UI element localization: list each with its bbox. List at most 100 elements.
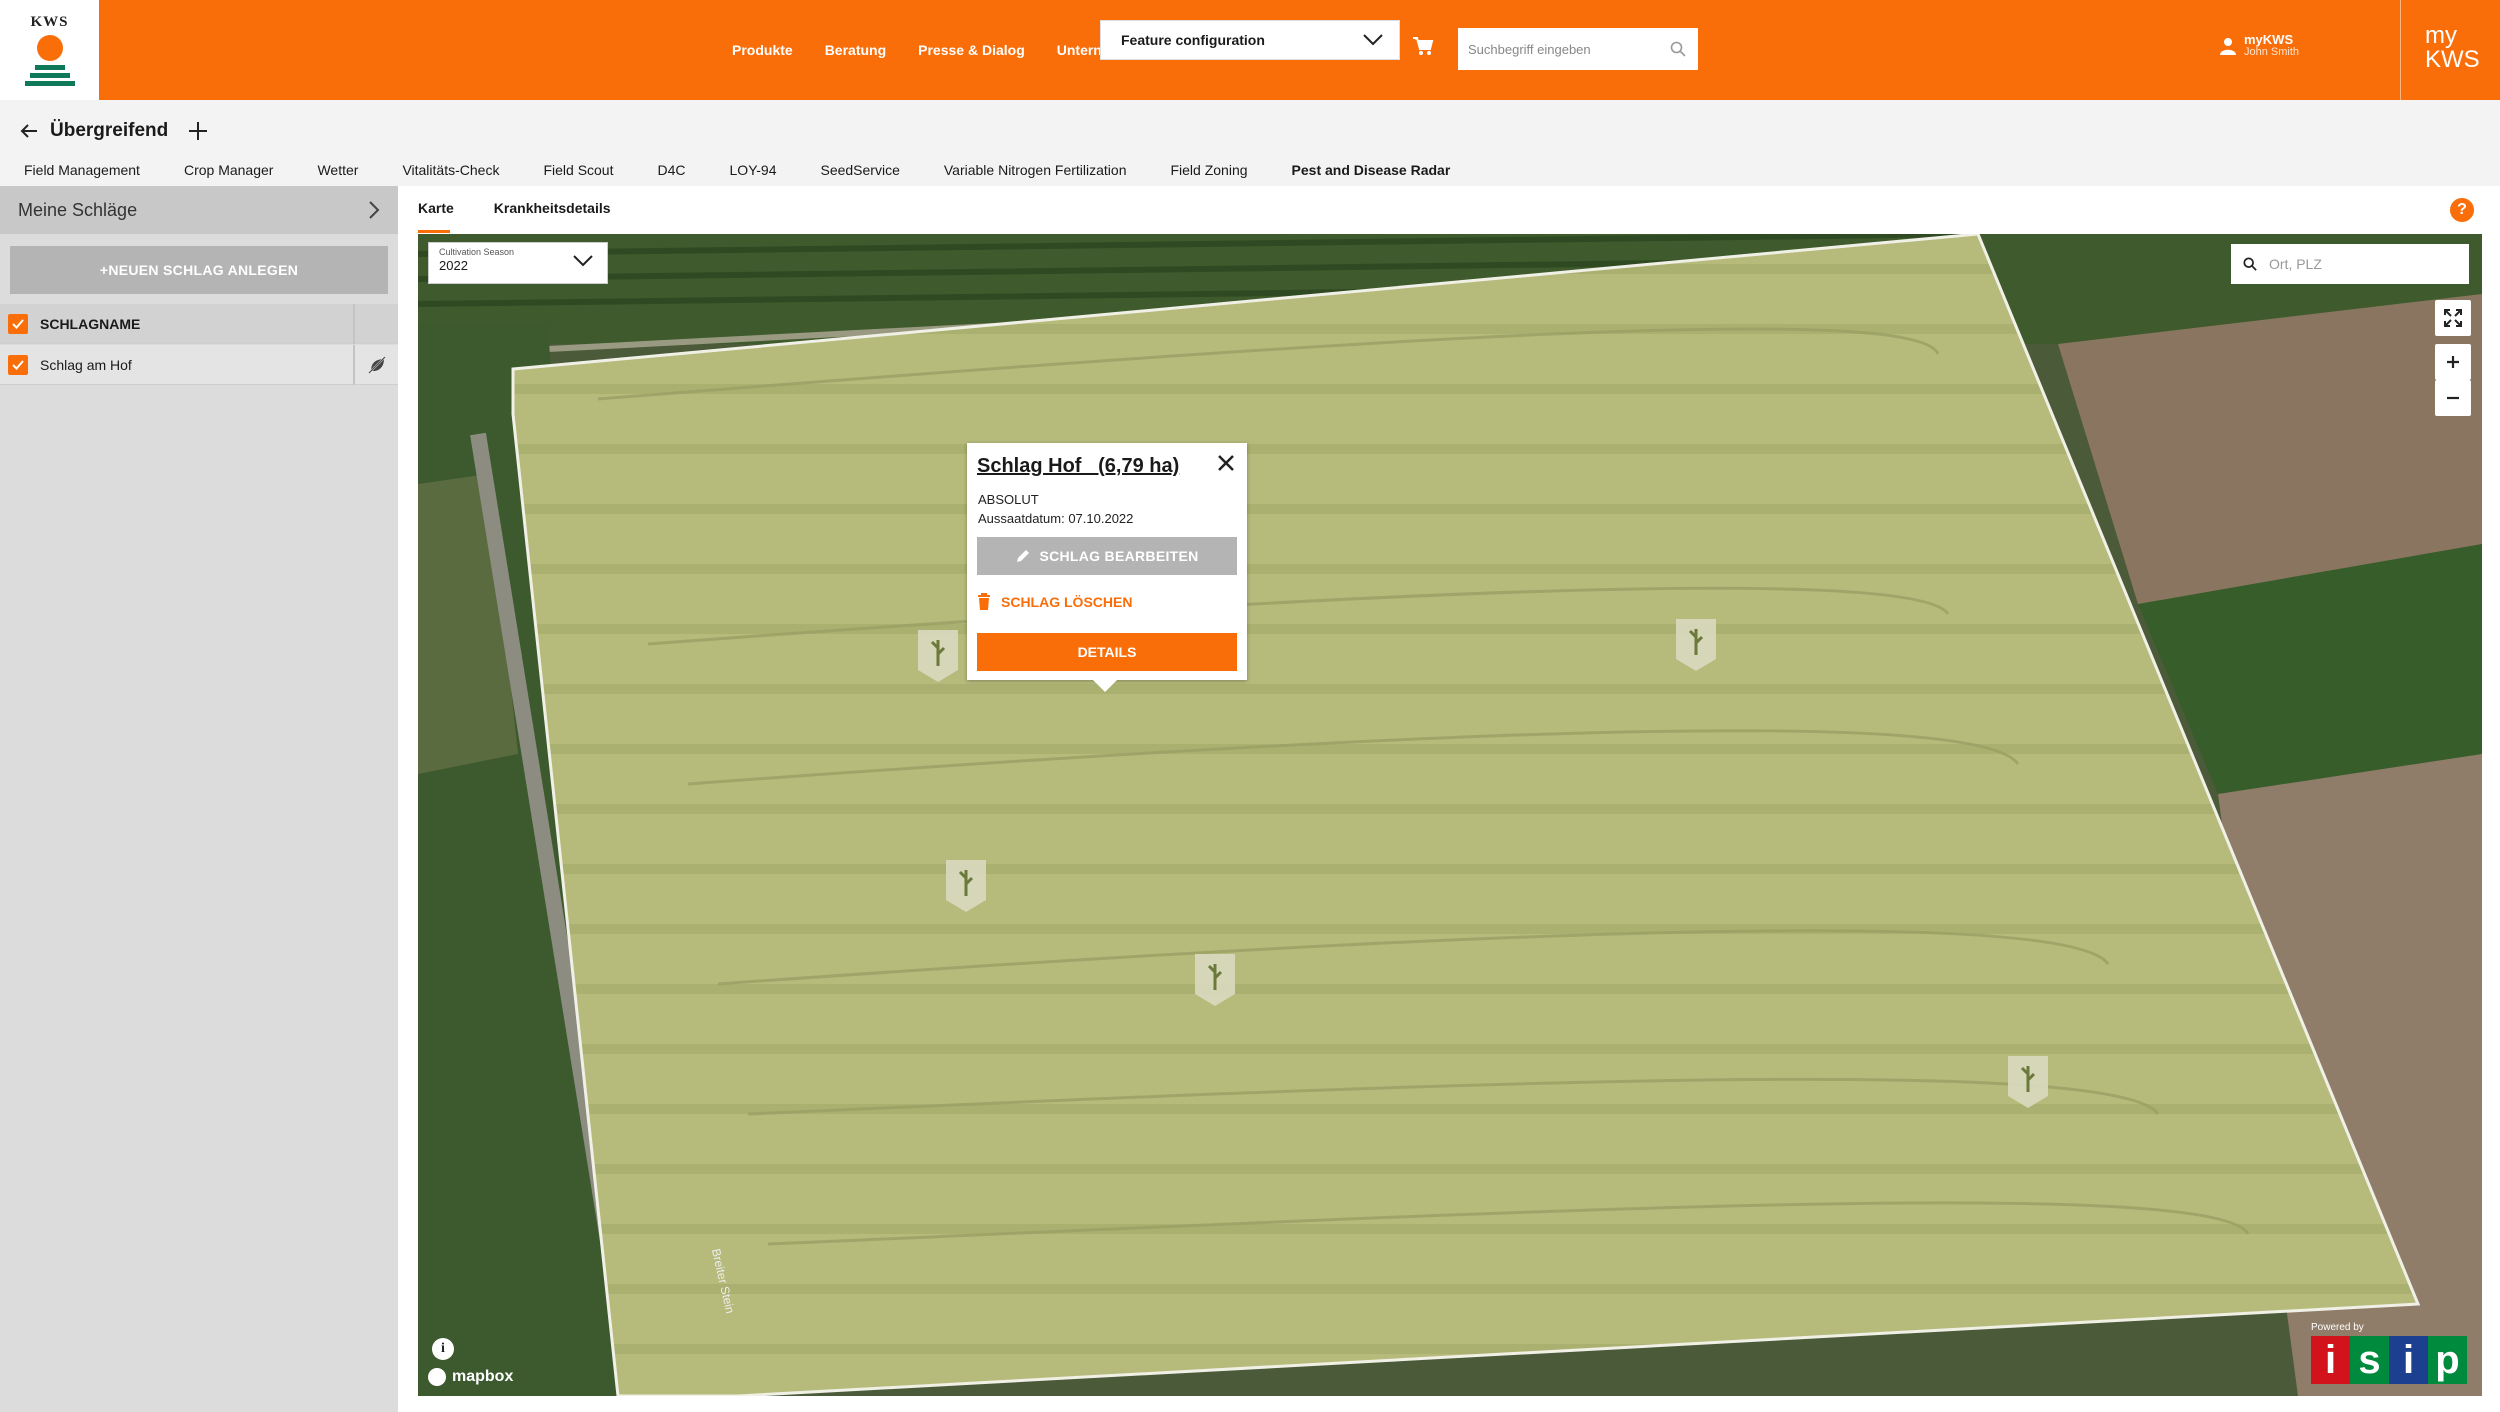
mykws-line1: my xyxy=(2425,22,2457,49)
satellite-background xyxy=(418,234,2482,1396)
new-field-button[interactable]: +NEUEN SCHLAG ANLEGEN xyxy=(10,246,388,294)
crop-marker-icon[interactable] xyxy=(918,630,958,682)
tab-karte[interactable]: Karte xyxy=(418,200,454,233)
user-label: myKWS xyxy=(2244,32,2294,47)
fields-sidebar: Meine Schläge +NEUEN SCHLAG ANLEGEN SCHL… xyxy=(0,186,398,1412)
zoom-out-button[interactable] xyxy=(2435,380,2471,416)
crop-marker-icon[interactable] xyxy=(946,860,986,912)
header-action-cell xyxy=(353,303,398,344)
tab-d4c[interactable]: D4C xyxy=(658,162,686,178)
popup-title[interactable]: Schlag Hof (6,79 ha) xyxy=(977,455,1179,478)
mapbox-logo-icon xyxy=(428,1368,446,1386)
user-menu[interactable]: myKWS John Smith xyxy=(2220,32,2300,58)
user-icon xyxy=(2220,38,2236,55)
info-icon[interactable]: i xyxy=(432,1338,454,1360)
cart-icon[interactable] xyxy=(1412,36,1434,56)
nav-beratung[interactable]: Beratung xyxy=(825,42,886,58)
field-map[interactable]: Cultivation Season 2022 Schlag Hof (6,79… xyxy=(418,234,2482,1396)
sub-header: Übergreifend Field Management Crop Manag… xyxy=(0,100,2500,186)
tab-loy-94[interactable]: LOY-94 xyxy=(730,162,777,178)
isip-letter: s xyxy=(2350,1336,2389,1384)
isip-letter: i xyxy=(2389,1336,2428,1384)
search-icon[interactable] xyxy=(1670,41,1686,57)
trash-icon xyxy=(978,593,990,610)
powered-by-label: Powered by xyxy=(2311,1322,2364,1333)
pencil-icon xyxy=(1017,550,1030,562)
logo-bars-icon xyxy=(24,65,75,86)
back-arrow-icon[interactable] xyxy=(20,123,38,139)
details-button[interactable]: DETAILS xyxy=(977,633,1237,671)
minus-icon xyxy=(2447,396,2459,400)
tab-field-scout[interactable]: Field Scout xyxy=(543,162,613,178)
chevron-down-icon xyxy=(1363,34,1383,46)
search-icon xyxy=(2243,257,2257,271)
feature-configuration-dropdown[interactable]: Feature configuration xyxy=(1100,20,1400,60)
app-tabs: Field Management Crop Manager Wetter Vit… xyxy=(24,162,1450,178)
tab-field-management[interactable]: Field Management xyxy=(24,162,140,178)
field-popup: Schlag Hof (6,79 ha) ABSOLUT Aussaatdatu… xyxy=(967,443,1247,692)
check-icon xyxy=(12,359,24,370)
tab-pest-disease-radar[interactable]: Pest and Disease Radar xyxy=(1292,162,1451,178)
mapbox-text: mapbox xyxy=(452,1368,514,1385)
header-search xyxy=(1458,28,1698,70)
close-icon[interactable] xyxy=(1217,454,1235,472)
column-header-fieldname: SCHLAGNAME xyxy=(40,315,141,332)
help-icon[interactable]: ? xyxy=(2450,198,2474,222)
delete-field-button[interactable]: SCHLAG LÖSCHEN xyxy=(977,593,1132,611)
chevron-down-icon xyxy=(573,255,593,267)
main-nav: Produkte Beratung Presse & Dialog Untern xyxy=(732,42,1102,58)
tab-seedservice[interactable]: SeedService xyxy=(820,162,899,178)
map-search xyxy=(2231,244,2469,284)
nav-produkte[interactable]: Produkte xyxy=(732,42,793,58)
sidebar-title: Meine Schläge xyxy=(18,199,138,220)
table-row[interactable]: Schlag am Hof xyxy=(0,344,398,385)
header-search-input[interactable] xyxy=(1468,41,1648,57)
popup-variety: ABSOLUT xyxy=(978,492,1039,507)
plus-icon xyxy=(2447,356,2459,368)
tab-vitalitaets-check[interactable]: Vitalitäts-Check xyxy=(402,162,499,178)
tab-krankheitsdetails[interactable]: Krankheitsdetails xyxy=(494,200,611,216)
isip-letter: p xyxy=(2428,1336,2467,1384)
tab-wetter[interactable]: Wetter xyxy=(317,162,358,178)
fullscreen-button[interactable] xyxy=(2435,300,2471,336)
map-search-input[interactable] xyxy=(2269,256,2449,272)
chevron-right-icon[interactable] xyxy=(368,200,380,220)
edit-field-label: SCHLAG BEARBEITEN xyxy=(1039,548,1199,564)
field-name: Schlag am Hof xyxy=(40,356,132,373)
mapbox-attribution[interactable]: mapbox xyxy=(428,1368,513,1386)
crop-marker-icon[interactable] xyxy=(1195,954,1235,1006)
delete-field-label: SCHLAG LÖSCHEN xyxy=(1001,594,1133,610)
tab-crop-manager[interactable]: Crop Manager xyxy=(184,162,274,178)
fields-table-header: SCHLAGNAME xyxy=(0,303,398,344)
sidebar-header[interactable]: Meine Schläge xyxy=(0,186,398,234)
add-icon[interactable] xyxy=(188,121,208,141)
user-name: John Smith xyxy=(2244,46,2300,58)
leaf-crossed-icon[interactable] xyxy=(367,355,387,374)
isip-letter: i xyxy=(2311,1336,2350,1384)
logo-text: KWS xyxy=(30,14,69,30)
mykws-button[interactable]: my KWS xyxy=(2400,0,2500,100)
select-all-checkbox[interactable] xyxy=(8,313,28,334)
check-icon xyxy=(12,318,24,329)
logo-sun-icon xyxy=(36,35,63,61)
nav-presse-dialog[interactable]: Presse & Dialog xyxy=(918,42,1025,58)
isip-logo[interactable]: i s i p xyxy=(2311,1336,2467,1384)
edit-field-button[interactable]: SCHLAG BEARBEITEN xyxy=(977,537,1237,575)
kws-logo[interactable]: KWS xyxy=(0,0,99,100)
tab-field-zoning[interactable]: Field Zoning xyxy=(1170,162,1247,178)
nav-unternehmen[interactable]: Untern xyxy=(1057,42,1102,58)
popup-sowing-date: Aussaatdatum: 07.10.2022 xyxy=(978,511,1134,526)
content-tabs: Karte Krankheitsdetails xyxy=(418,200,611,233)
mykws-line2: KWS xyxy=(2425,46,2480,73)
row-checkbox[interactable] xyxy=(8,354,28,375)
zoom-in-button[interactable] xyxy=(2435,344,2471,380)
top-header: KWS Produkte Beratung Presse & Dialog Un… xyxy=(0,0,2500,100)
season-dropdown[interactable]: Cultivation Season 2022 xyxy=(428,242,608,284)
crop-marker-icon[interactable] xyxy=(2008,1056,2048,1108)
fullscreen-icon xyxy=(2444,309,2462,327)
feature-select-label: Feature configuration xyxy=(1121,32,1265,48)
tab-variable-nitrogen[interactable]: Variable Nitrogen Fertilization xyxy=(944,162,1127,178)
row-action-cell xyxy=(353,344,398,385)
page-title: Übergreifend xyxy=(50,120,169,141)
crop-marker-icon[interactable] xyxy=(1676,619,1716,671)
